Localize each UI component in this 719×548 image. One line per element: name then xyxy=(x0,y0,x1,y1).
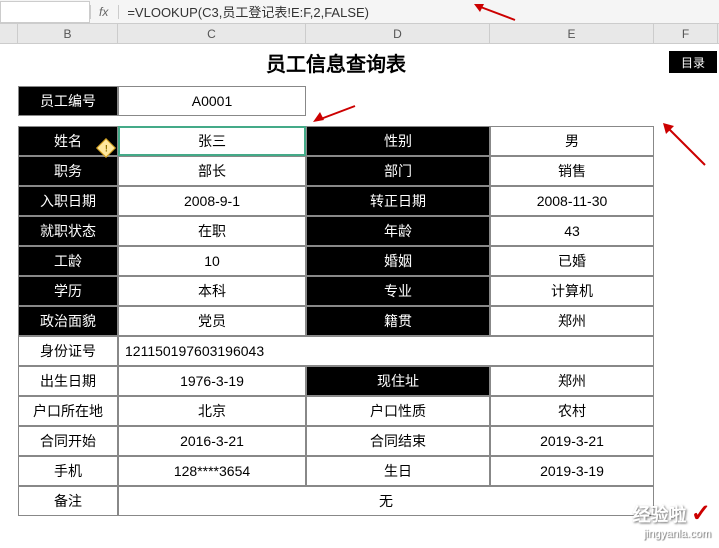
col-header-e[interactable]: E xyxy=(490,24,654,43)
value-phone[interactable]: 128****3654 xyxy=(118,456,306,486)
label-birth: 出生日期 xyxy=(18,366,118,396)
label-position: 职务 xyxy=(18,156,118,186)
label-age: 年龄 xyxy=(306,216,490,246)
value-confirm-date[interactable]: 2008-11-30 xyxy=(490,186,654,216)
value-contract-end[interactable]: 2019-3-21 xyxy=(490,426,654,456)
watermark-text: 经验啦 xyxy=(632,505,686,525)
label-contract-start: 合同开始 xyxy=(18,426,118,456)
table-row: 备注 无 xyxy=(18,486,719,516)
value-dept[interactable]: 销售 xyxy=(490,156,654,186)
label-contract-end: 合同结束 xyxy=(306,426,490,456)
value-hukou-loc[interactable]: 北京 xyxy=(118,396,306,426)
label-major: 专业 xyxy=(306,276,490,306)
table-row: 入职日期 2008-9-1 转正日期 2008-11-30 xyxy=(18,186,719,216)
table-row: 出生日期 1976-3-19 现住址 郑州 xyxy=(18,366,719,396)
col-header-corner[interactable] xyxy=(0,24,18,43)
value-idcard[interactable]: 121150197603196043 xyxy=(118,336,654,366)
employee-id-input[interactable]: A0001 xyxy=(118,86,306,116)
value-age[interactable]: 43 xyxy=(490,216,654,246)
fx-button[interactable]: fx xyxy=(90,5,119,19)
col-header-f[interactable]: F xyxy=(654,24,718,43)
label-address: 现住址 xyxy=(306,366,490,396)
value-position[interactable]: 部长 xyxy=(118,156,306,186)
value-native[interactable]: 郑州 xyxy=(490,306,654,336)
table-row: 合同开始 2016-3-21 合同结束 2019-3-21 xyxy=(18,426,719,456)
value-politics[interactable]: 党员 xyxy=(118,306,306,336)
check-icon: ✓ xyxy=(691,500,711,527)
label-hukou-type: 户口性质 xyxy=(306,396,490,426)
label-idcard: 身份证号 xyxy=(18,336,118,366)
value-remark[interactable]: 无 xyxy=(118,486,654,516)
value-birth[interactable]: 1976-3-19 xyxy=(118,366,306,396)
table-row: 姓名 张三 性别 男 xyxy=(18,126,719,156)
value-gender[interactable]: 男 xyxy=(490,126,654,156)
arrow-icon xyxy=(660,120,710,170)
arrow-icon xyxy=(310,100,360,130)
table-row: 政治面貌 党员 籍贯 郑州 xyxy=(18,306,719,336)
value-status[interactable]: 在职 xyxy=(118,216,306,246)
value-address[interactable]: 郑州 xyxy=(490,366,654,396)
label-phone: 手机 xyxy=(18,456,118,486)
col-header-c[interactable]: C xyxy=(118,24,306,43)
label-status: 就职状态 xyxy=(18,216,118,246)
value-hire-date[interactable]: 2008-9-1 xyxy=(118,186,306,216)
label-remark: 备注 xyxy=(18,486,118,516)
value-major[interactable]: 计算机 xyxy=(490,276,654,306)
value-marriage[interactable]: 已婚 xyxy=(490,246,654,276)
formula-input[interactable]: =VLOOKUP(C3,员工登记表!E:F,2,FALSE) xyxy=(119,2,719,21)
label-hire-date: 入职日期 xyxy=(18,186,118,216)
label-dept: 部门 xyxy=(306,156,490,186)
table-row: 身份证号 121150197603196043 xyxy=(18,336,719,366)
arrow-icon xyxy=(470,0,520,26)
value-hukou-type[interactable]: 农村 xyxy=(490,396,654,426)
table-row: 户口所在地 北京 户口性质 农村 xyxy=(18,396,719,426)
watermark-url: jingyanla.com xyxy=(632,528,711,540)
info-table: 姓名 张三 性别 男 职务 部长 部门 销售 入职日期 2008-9-1 转正日… xyxy=(18,126,719,516)
col-header-b[interactable]: B xyxy=(18,24,118,43)
label-seniority: 工龄 xyxy=(18,246,118,276)
name-box[interactable] xyxy=(0,1,90,23)
value-education[interactable]: 本科 xyxy=(118,276,306,306)
value-seniority[interactable]: 10 xyxy=(118,246,306,276)
value-name[interactable]: 张三 xyxy=(118,126,306,156)
fx-icon: fx xyxy=(99,5,108,19)
label-politics: 政治面貌 xyxy=(18,306,118,336)
menu-button[interactable]: 目录 xyxy=(669,51,717,73)
label-birthday: 生日 xyxy=(306,456,490,486)
value-birthday[interactable]: 2019-3-19 xyxy=(490,456,654,486)
label-confirm-date: 转正日期 xyxy=(306,186,490,216)
label-gender: 性别 xyxy=(306,126,490,156)
table-row: 职务 部长 部门 销售 xyxy=(18,156,719,186)
table-row: 手机 128****3654 生日 2019-3-19 xyxy=(18,456,719,486)
table-row: 工龄 10 婚姻 已婚 xyxy=(18,246,719,276)
col-header-d[interactable]: D xyxy=(306,24,490,43)
search-label: 员工编号 xyxy=(18,86,118,116)
label-native: 籍贯 xyxy=(306,306,490,336)
table-row: 学历 本科 专业 计算机 xyxy=(18,276,719,306)
label-education: 学历 xyxy=(18,276,118,306)
table-row: 就职状态 在职 年龄 43 xyxy=(18,216,719,246)
formula-bar: fx =VLOOKUP(C3,员工登记表!E:F,2,FALSE) xyxy=(0,0,719,24)
watermark: 经验啦 ✓ jingyanla.com xyxy=(632,499,711,540)
value-contract-start[interactable]: 2016-3-21 xyxy=(118,426,306,456)
label-marriage: 婚姻 xyxy=(306,246,490,276)
page-title: 员工信息查询表 xyxy=(18,48,654,77)
label-hukou-loc: 户口所在地 xyxy=(18,396,118,426)
column-headers: B C D E F xyxy=(0,24,719,44)
